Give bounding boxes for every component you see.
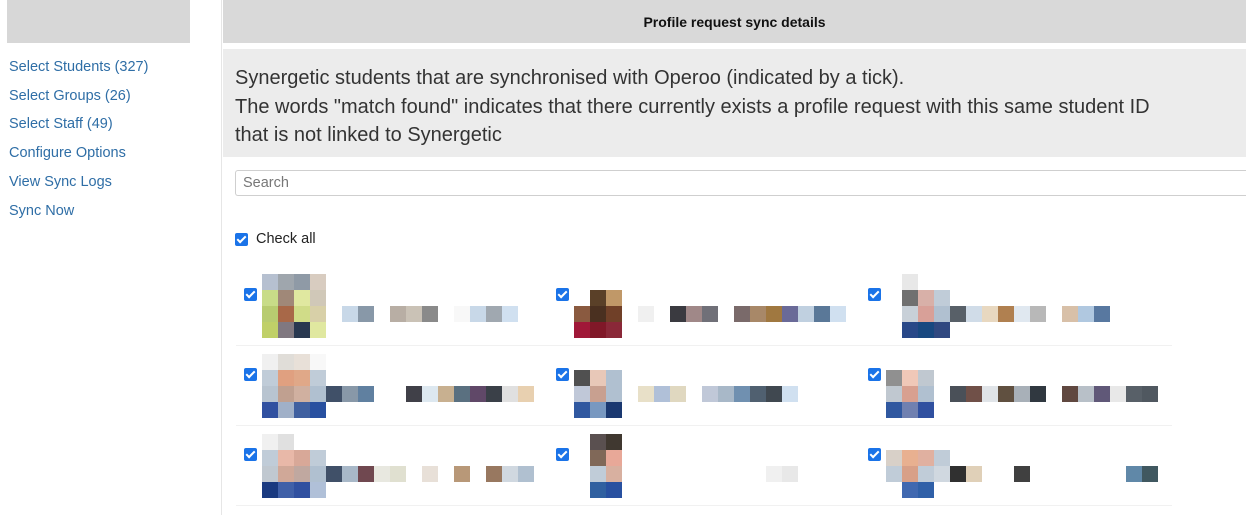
- student-checkbox[interactable]: [244, 368, 257, 381]
- student-grid: [236, 266, 1246, 506]
- student-checkbox[interactable]: [868, 368, 881, 381]
- student-row: [236, 426, 1246, 506]
- info-line: The words "match found" indicates that t…: [235, 95, 1150, 118]
- student-item: [548, 426, 860, 506]
- check-all-checkbox[interactable]: [235, 232, 248, 246]
- student-name-redacted: [950, 386, 1158, 402]
- sidebar-header: [7, 0, 190, 43]
- sidebar-item-select-students[interactable]: Select Students (327): [9, 53, 148, 82]
- student-item: [548, 266, 860, 346]
- sidebar-item-sync-now[interactable]: Sync Now: [9, 197, 148, 226]
- student-name-redacted: [950, 466, 1158, 482]
- student-item: [236, 426, 548, 506]
- student-checkbox[interactable]: [868, 288, 881, 301]
- sidebar-menu: Select Students (327) Select Groups (26)…: [9, 53, 148, 225]
- student-photo: [262, 354, 326, 418]
- search-input[interactable]: [235, 170, 1246, 196]
- student-photo: [262, 274, 326, 338]
- sidebar-item-configure-options[interactable]: Configure Options: [9, 139, 148, 168]
- student-name-redacted: [638, 466, 814, 482]
- student-name-redacted: [326, 466, 534, 482]
- student-photo: [574, 274, 638, 338]
- student-checkbox[interactable]: [868, 448, 881, 461]
- student-item: [236, 346, 548, 426]
- student-checkbox[interactable]: [556, 288, 569, 301]
- student-checkbox[interactable]: [244, 288, 257, 301]
- student-row: [236, 266, 1246, 346]
- student-item: [548, 346, 860, 426]
- student-item: [860, 426, 1172, 506]
- student-photo: [574, 354, 638, 418]
- student-item: [860, 346, 1172, 426]
- student-checkbox[interactable]: [556, 448, 569, 461]
- student-name-redacted: [326, 386, 534, 402]
- sidebar: Select Students (327) Select Groups (26)…: [0, 0, 222, 515]
- student-checkbox[interactable]: [244, 448, 257, 461]
- student-photo: [886, 434, 950, 498]
- student-item: [860, 266, 1172, 346]
- info-box: Synergetic students that are synchronise…: [223, 49, 1246, 157]
- student-photo: [886, 354, 950, 418]
- student-item: [236, 266, 548, 346]
- sidebar-item-select-groups[interactable]: Select Groups (26): [9, 82, 148, 111]
- student-name-redacted: [638, 386, 798, 402]
- info-line: Synergetic students that are synchronise…: [235, 67, 905, 89]
- info-line: that is not linked to Synergetic: [235, 124, 502, 146]
- student-name-redacted: [638, 306, 846, 322]
- student-checkbox[interactable]: [556, 368, 569, 381]
- sidebar-item-select-staff[interactable]: Select Staff (49): [9, 110, 148, 139]
- check-all-control[interactable]: Check all: [235, 231, 316, 247]
- panel-title: Profile request sync details: [223, 0, 1246, 43]
- check-all-label: Check all: [256, 231, 316, 247]
- student-photo: [262, 434, 326, 498]
- student-name-redacted: [950, 306, 1110, 322]
- student-photo: [574, 434, 638, 498]
- sidebar-item-view-sync-logs[interactable]: View Sync Logs: [9, 168, 148, 197]
- student-name-redacted: [326, 306, 518, 322]
- student-row: [236, 346, 1246, 426]
- student-photo: [886, 274, 950, 338]
